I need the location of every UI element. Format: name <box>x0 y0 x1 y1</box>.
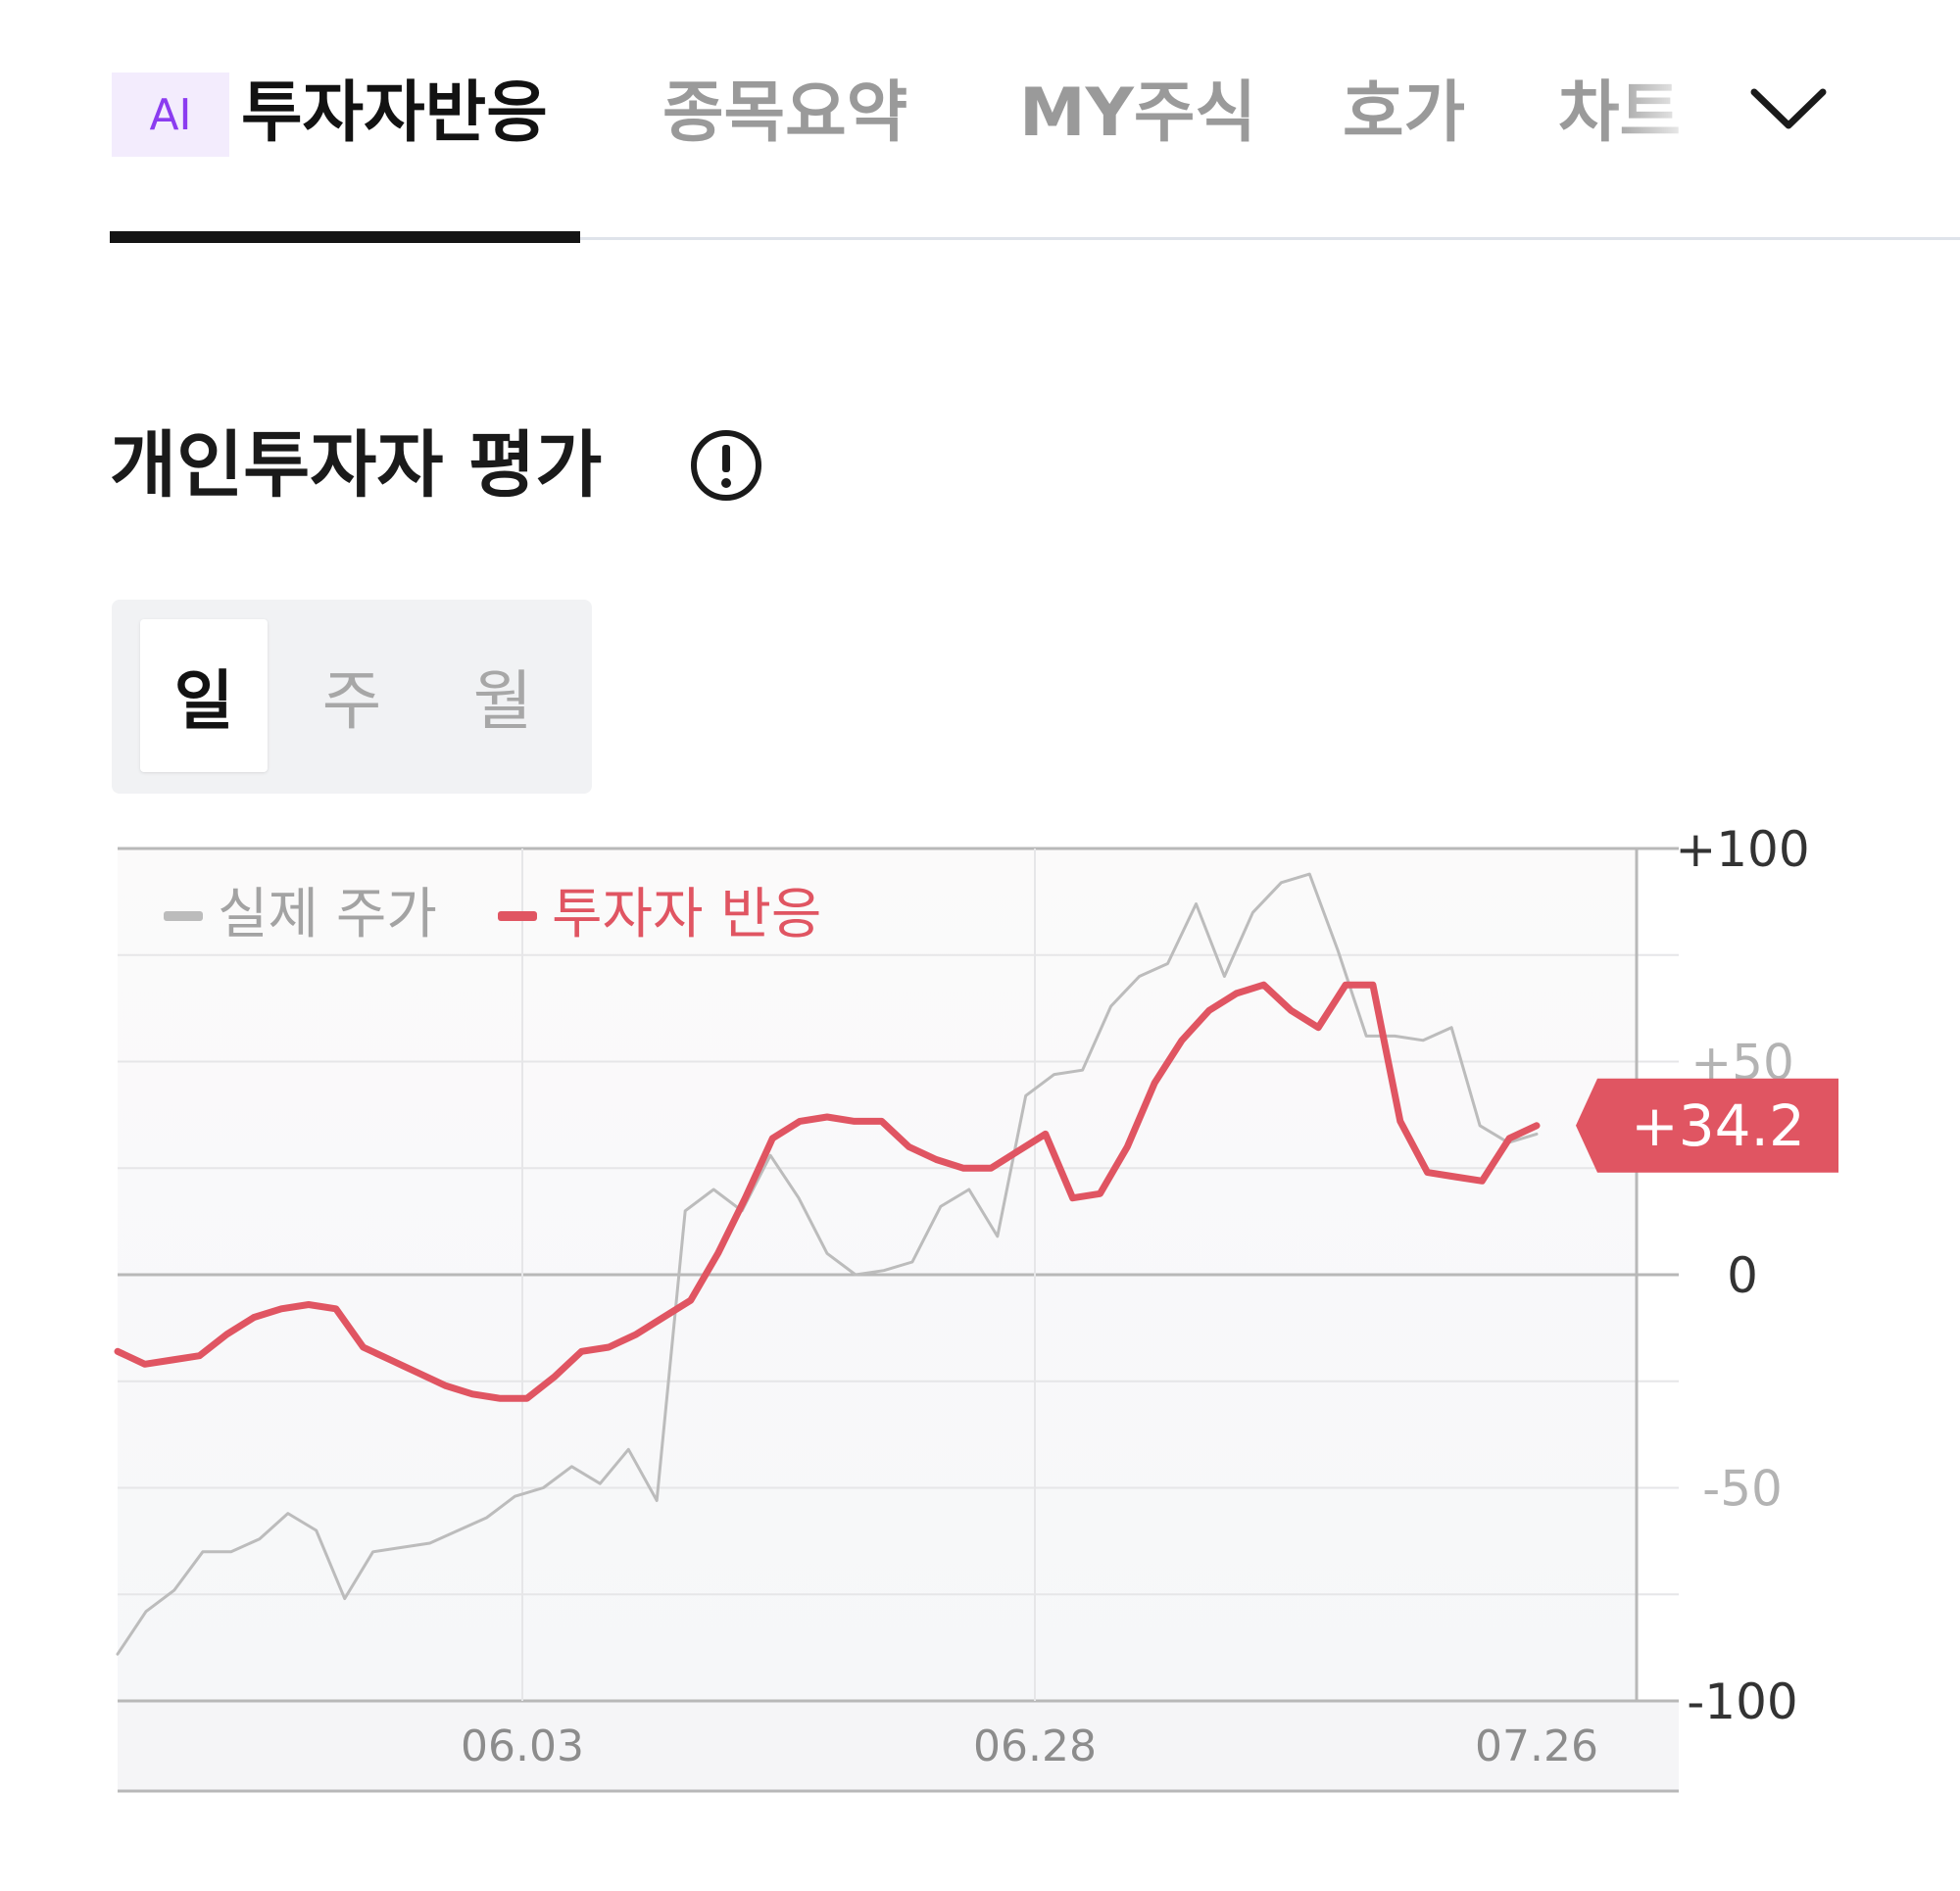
legend-swatch-price <box>164 911 203 921</box>
x-axis-band <box>118 1701 1679 1791</box>
x-tick-label: 07.26 <box>1475 1721 1598 1771</box>
x-tick-label: 06.28 <box>973 1721 1097 1771</box>
tab-stock-summary[interactable]: 종목요약 <box>662 65 907 163</box>
current-value-label: +34.2 <box>1631 1092 1805 1159</box>
tab-investor-reaction[interactable]: 투자자반응 <box>241 65 548 163</box>
legend-label-price: 실제 주가 <box>218 883 437 946</box>
tab-scroll-fade <box>1607 59 1725 176</box>
period-week-button[interactable]: 주 <box>288 619 416 772</box>
ai-badge: AI <box>112 73 229 157</box>
tab-active-indicator <box>110 231 580 243</box>
legend-swatch-reaction <box>498 911 537 921</box>
info-exclamation-icon[interactable] <box>688 427 764 504</box>
legend-label-reaction: 투자자 반응 <box>552 883 821 946</box>
y-tick-label: +100 <box>1675 823 1809 878</box>
period-day-button[interactable]: 일 <box>140 619 268 772</box>
y-tick-label: 0 <box>1727 1247 1758 1304</box>
x-tick-label: 06.03 <box>461 1721 584 1771</box>
tab-bar: AI 투자자반응 종목요약 MY주식 호가 차트 <box>0 0 1960 245</box>
tab-order-book[interactable]: 호가 <box>1343 65 1465 163</box>
period-selector: 일 주 월 <box>112 600 592 794</box>
period-month-button[interactable]: 월 <box>439 619 566 772</box>
y-tick-label: -50 <box>1702 1461 1783 1518</box>
investor-chart: +100+500-50-10006.03 06.28 07.26 실제 주가 투자자 … <box>114 823 1838 1793</box>
tab-my-stocks[interactable]: MY주식 <box>1019 65 1256 163</box>
section-title: 개인투자자 평가 <box>110 423 603 508</box>
y-tick-label: -100 <box>1687 1673 1797 1730</box>
chevron-down-icon[interactable] <box>1744 76 1833 145</box>
